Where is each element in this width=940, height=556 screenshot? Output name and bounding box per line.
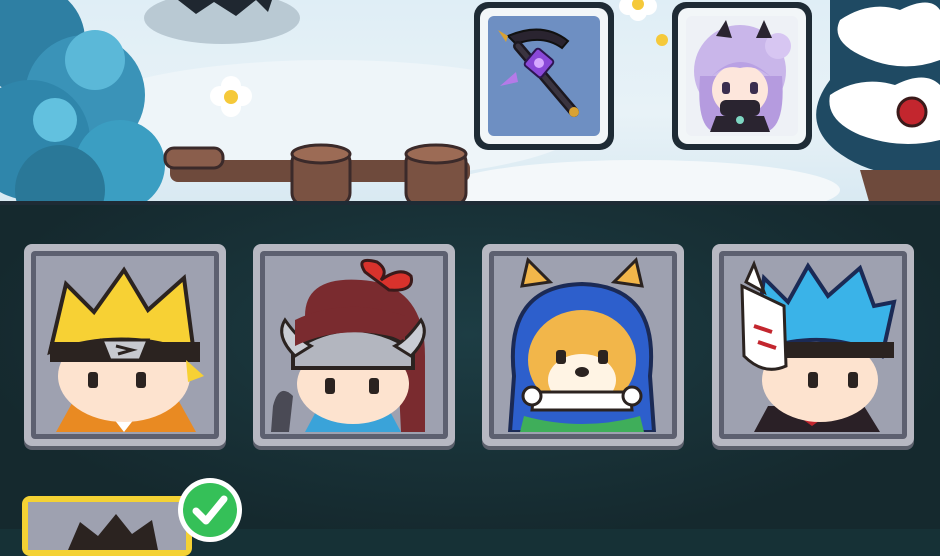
selected-hero-portrait <box>28 502 186 550</box>
equipped-weapon-slot[interactable] <box>474 2 614 150</box>
purple-hair-girl-icon <box>694 20 791 132</box>
equipped-companion-slot[interactable] <box>672 2 812 150</box>
hero-card-viking-girl[interactable] <box>253 244 455 446</box>
purple-scythe-icon <box>498 28 579 117</box>
selected-hero-card[interactable] <box>22 496 192 556</box>
shiba-dog-hood-icon <box>494 256 670 432</box>
game-scene <box>0 0 940 205</box>
wooden-fence <box>163 143 470 205</box>
snowy-tree <box>816 0 940 205</box>
hero-card-ninja-yellow-hair[interactable] <box>24 244 226 446</box>
hero-card-shiba-dog[interactable] <box>482 244 684 446</box>
hero-card-fox-mask-ninja[interactable] <box>712 244 914 446</box>
horned-helmet-girl-icon <box>265 256 441 432</box>
checkmark-icon <box>192 495 228 525</box>
blue-bush <box>0 0 165 205</box>
flower <box>619 0 668 46</box>
yellow-hair-ninja-icon <box>36 256 212 432</box>
fox-mask-ninja-icon <box>724 256 900 432</box>
selected-check-badge <box>178 478 242 542</box>
